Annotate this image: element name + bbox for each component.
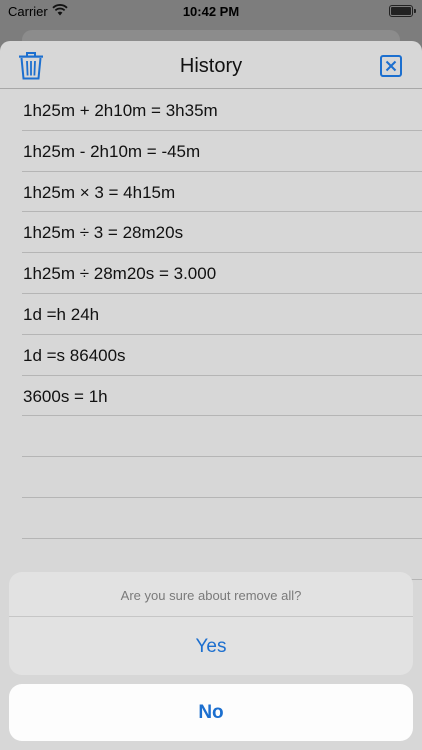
history-row[interactable]: 1d =h 24h [22,294,422,335]
history-row[interactable]: 3600s = 1h [22,376,422,417]
history-row[interactable]: 1d =s 86400s [22,335,422,376]
battery-icon [389,5,416,17]
history-item-text: 1h25m ÷ 3 = 28m20s [23,223,184,243]
action-sheet: Are you sure about remove all? Yes [9,572,413,675]
status-time: 10:42 PM [182,4,240,19]
history-item-text: 1h25m × 3 = 4h15m [23,182,176,202]
history-item-text: 1h25m - 2h10m = -45m [23,141,201,161]
page-title: History [179,55,243,77]
history-item-text: 1h25m + 2h10m = 3h35m [23,101,218,120]
history-row-empty [22,416,422,458]
action-sheet-message: Are you sure about remove all? [9,572,413,617]
history-item-text: 1h25m ÷ 28m20s = 3.000 [23,264,217,284]
history-row[interactable]: 1h25m × 3 = 4h15m [22,172,422,213]
screen: Carrier 10:42 PM History 1h25m + 2h10m =… [0,0,422,750]
history-row[interactable]: 1h25m ÷ 28m20s = 3.000 [22,253,422,294]
nav-bar: History [0,41,422,89]
history-row[interactable]: 1h25m + 2h10m = 3h35m [22,90,422,131]
confirm-yes-button[interactable]: Yes [9,617,413,675]
history-row[interactable]: 1h25m - 2h10m = -45m [22,131,422,172]
cancel-no-button[interactable]: No [9,684,413,741]
history-row-empty [22,498,422,539]
history-row-empty [22,457,422,498]
history-item-text: 1d =s 86400s [23,345,126,365]
close-x-box-icon[interactable] [380,55,402,77]
history-item-text: 3600s = 1h [23,386,108,406]
history-row[interactable]: 1h25m ÷ 3 = 28m20s [22,212,422,254]
status-bar: Carrier 10:42 PM [0,0,422,24]
history-list: 1h25m + 2h10m = 3h35m 1h25m - 2h10m = -4… [0,90,422,580]
history-item-text: 1d =h 24h [23,304,100,324]
